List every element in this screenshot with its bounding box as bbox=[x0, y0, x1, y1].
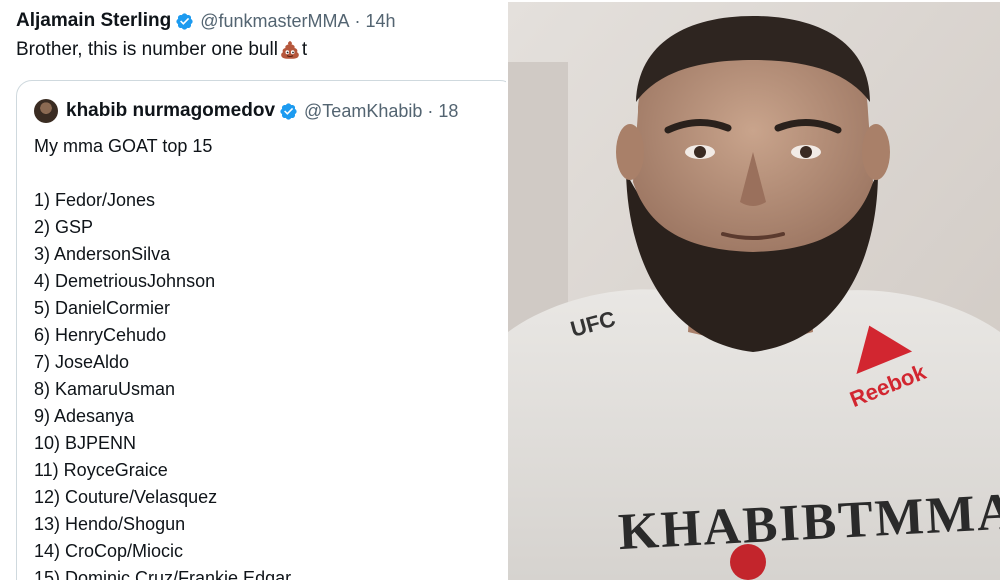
tweet-text-after: t bbox=[301, 39, 308, 60]
ranking-item: 9) Adesanya bbox=[34, 406, 135, 426]
ranking-item: 12) Couture/Velasquez bbox=[34, 487, 218, 507]
ranking-item: 2) GSP bbox=[34, 217, 94, 237]
quoted-verified-badge-icon bbox=[279, 102, 298, 121]
ranking-item: 5) DanielCormier bbox=[34, 298, 171, 318]
ranking-item: 13) Hendo/Shogun bbox=[34, 514, 186, 534]
fighter-photo: UFC Reebok KHABIBTMMA bbox=[508, 2, 1000, 580]
tweet-separator: · bbox=[354, 10, 361, 31]
quoted-tweet-card[interactable]: khabib nurmagomedov @TeamKhabib · 18 My … bbox=[16, 80, 506, 580]
right-ear bbox=[862, 124, 890, 180]
ranking-item: 11) RoyceGraice bbox=[34, 460, 168, 480]
quoted-separator: · bbox=[427, 100, 434, 121]
quoted-author-name[interactable]: khabib nurmagomedov bbox=[66, 100, 275, 122]
ranking-item: 3) AndersonSilva bbox=[34, 244, 171, 264]
tweet-author-name[interactable]: Aljamain Sterling bbox=[16, 10, 171, 32]
tweet-text-before: Brother, this is number one bull bbox=[16, 39, 278, 60]
ranking-item: 15) Dominic Cruz/Frankie Edgar bbox=[34, 568, 292, 580]
quoted-author-handle[interactable]: @TeamKhabib bbox=[304, 101, 422, 122]
ranking-item: 7) JoseAldo bbox=[34, 352, 130, 372]
poop-emoji-icon bbox=[279, 39, 301, 61]
verified-badge-icon bbox=[175, 12, 194, 31]
ranking-item: 10) BJPENN bbox=[34, 433, 137, 453]
ranking-item: 14) CroCop/Miocic bbox=[34, 541, 184, 561]
goat-ranking-list: 1) Fedor/Jones 2) GSP 3) AndersonSilva 4… bbox=[34, 187, 291, 580]
ranking-item: 6) HenryCehudo bbox=[34, 325, 167, 345]
quoted-tweet-header: khabib nurmagomedov @TeamKhabib · 18 bbox=[34, 99, 458, 123]
ranking-item: 8) KamaruUsman bbox=[34, 379, 176, 399]
ranking-item: 4) DemetriousJohnson bbox=[34, 271, 216, 291]
tweet-header: Aljamain Sterling @funkmasterMMA · 14h bbox=[16, 8, 396, 34]
tweet-handle[interactable]: @funkmasterMMA bbox=[200, 11, 349, 32]
tweet-text: Brother, this is number one bull t bbox=[16, 39, 307, 61]
left-ear bbox=[616, 124, 644, 180]
ranking-item: 1) Fedor/Jones bbox=[34, 190, 156, 210]
quoted-author-avatar[interactable] bbox=[34, 99, 58, 123]
quoted-tweet-body: My mma GOAT top 15 1) Fedor/Jones 2) GSP… bbox=[34, 133, 291, 580]
quoted-intro-text: My mma GOAT top 15 bbox=[34, 136, 213, 156]
composite-image: Aljamain Sterling @funkmasterMMA · 14h B… bbox=[0, 0, 1000, 580]
tweet: Aljamain Sterling @funkmasterMMA · 14h B… bbox=[0, 0, 506, 580]
shirt-print-emblem bbox=[730, 544, 766, 580]
quoted-timestamp[interactable]: 18 bbox=[438, 101, 458, 122]
tweet-timestamp[interactable]: 14h bbox=[366, 11, 396, 32]
